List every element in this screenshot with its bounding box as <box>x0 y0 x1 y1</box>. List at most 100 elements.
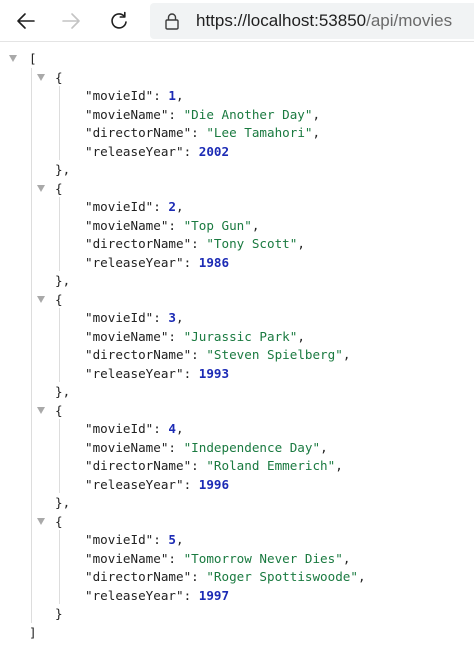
json-collapsible-row: { <box>0 179 474 199</box>
json-row: "directorName": "Lee Tamahori", <box>0 123 474 143</box>
json-colon: : <box>183 365 199 381</box>
json-close-brace: }, <box>55 162 71 177</box>
json-row: "movieName": "Die Another Day", <box>0 105 474 125</box>
json-key-releaseyear: "releaseYear" <box>85 587 184 603</box>
json-key-releaseyear: "releaseYear" <box>85 365 184 381</box>
lock-icon[interactable] <box>164 12 180 30</box>
json-comma: , <box>297 328 305 344</box>
collapse-caret-icon[interactable] <box>37 295 45 303</box>
json-comma: , <box>176 532 184 547</box>
json-row-content: "directorName": "Lee Tamahori", <box>85 123 320 143</box>
json-row: } <box>0 604 474 624</box>
json-value-directorname: "Steven Spielberg" <box>206 347 343 362</box>
refresh-button[interactable] <box>104 6 134 36</box>
json-row-content: "movieId": 1, <box>85 86 184 106</box>
json-key-directorname: "directorName" <box>85 347 192 362</box>
json-row-content: [ <box>29 49 37 69</box>
json-key-movieid: "movieId" <box>85 88 154 103</box>
forward-button[interactable] <box>56 6 86 36</box>
json-colon: : <box>168 550 184 566</box>
json-colon: : <box>168 217 184 233</box>
json-key-moviename: "movieName" <box>85 328 169 344</box>
collapse-caret-icon[interactable] <box>37 406 45 414</box>
json-colon: : <box>191 236 207 251</box>
json-colon: : <box>153 310 169 325</box>
json-comma: , <box>176 199 184 214</box>
json-key-movieid: "movieId" <box>85 310 154 325</box>
json-comma: , <box>297 236 305 251</box>
json-colon: : <box>153 421 169 436</box>
json-row: "movieName": "Independence Day", <box>0 438 474 458</box>
url-text[interactable]: https://localhost:53850/api/movies <box>196 10 452 32</box>
json-viewer: [ { "movieId": 1, "movieName": "Die Another… <box>0 46 474 663</box>
json-key-directorname: "directorName" <box>85 125 192 140</box>
json-row: "movieId": 1, <box>0 86 474 106</box>
collapse-caret-icon[interactable] <box>9 55 17 62</box>
json-key-moviename: "movieName" <box>85 550 169 566</box>
json-close-brace: }, <box>55 384 71 399</box>
json-key-movieid: "movieId" <box>85 199 154 214</box>
json-close-brace: }, <box>55 273 71 288</box>
json-open-brace: { <box>55 513 63 529</box>
json-row-content: }, <box>55 382 70 402</box>
json-key-movieid: "movieId" <box>85 532 154 547</box>
indent-guide <box>59 86 60 160</box>
json-row: "directorName": "Steven Spielberg", <box>0 345 474 365</box>
refresh-icon <box>111 11 127 29</box>
json-close-brace: }, <box>55 495 71 510</box>
json-value-directorname: "Roland Emmerich" <box>206 458 336 473</box>
json-value-movieid: 5 <box>168 532 177 547</box>
json-comma: , <box>176 421 184 436</box>
json-key-directorname: "directorName" <box>85 569 192 584</box>
url-path: /api/movies <box>366 11 453 30</box>
json-row: "releaseYear": 1986 <box>0 253 474 273</box>
json-row-content: "movieName": "Top Gun", <box>85 216 259 236</box>
collapse-caret-icon[interactable] <box>37 73 45 81</box>
json-key-releaseyear: "releaseYear" <box>85 476 184 492</box>
indent-guide <box>31 67 32 623</box>
indent-guide <box>59 308 60 382</box>
json-row: "releaseYear": 1996 <box>0 475 474 495</box>
json-value-releaseyear: 1997 <box>198 587 230 603</box>
json-row-content: { <box>55 401 63 421</box>
json-key-moviename: "movieName" <box>85 439 169 455</box>
json-comma: , <box>176 88 184 103</box>
json-row-content: } <box>55 604 63 624</box>
json-key-releaseyear: "releaseYear" <box>85 254 184 270</box>
json-row-content: "releaseYear": 2002 <box>85 142 229 162</box>
json-row-content: "releaseYear": 1993 <box>85 364 229 384</box>
json-comma: , <box>357 569 366 584</box>
json-row-content: "movieName": "Jurassic Park", <box>85 327 305 347</box>
json-row-content: { <box>55 179 63 199</box>
json-key-moviename: "movieName" <box>85 217 169 233</box>
json-comma: , <box>251 217 260 233</box>
json-value-releaseyear: 2002 <box>198 143 230 159</box>
json-key-directorname: "directorName" <box>85 236 192 251</box>
json-colon: : <box>168 439 184 455</box>
json-colon: : <box>183 476 199 492</box>
collapse-caret-icon[interactable] <box>37 184 45 192</box>
json-row-content: "releaseYear": 1996 <box>85 475 229 495</box>
json-comma: , <box>342 347 351 362</box>
json-colon: : <box>183 254 199 270</box>
json-comma: , <box>312 106 321 122</box>
json-colon: : <box>168 328 184 344</box>
back-button[interactable] <box>11 6 41 36</box>
collapse-caret-icon[interactable] <box>37 517 45 525</box>
back-arrow-icon <box>17 13 35 29</box>
json-colon: : <box>153 199 169 214</box>
json-row-content: "movieId": 5, <box>85 530 184 550</box>
json-value-releaseyear: 1996 <box>198 476 230 492</box>
json-row: "movieId": 4, <box>0 419 474 439</box>
json-row-content: "directorName": "Roger Spottiswoode", <box>85 567 366 587</box>
json-colon: : <box>191 347 207 362</box>
json-colon: : <box>153 532 169 547</box>
json-value-releaseyear: 1993 <box>198 365 230 381</box>
indent-guide <box>59 530 60 604</box>
json-row: "directorName": "Roland Emmerich", <box>0 456 474 476</box>
json-row-content: }, <box>55 493 70 513</box>
json-row: "movieId": 5, <box>0 530 474 550</box>
address-bar[interactable]: https://localhost:53850/api/movies <box>150 3 474 39</box>
json-collapsible-row: { <box>0 290 474 310</box>
json-comma: , <box>342 550 351 566</box>
